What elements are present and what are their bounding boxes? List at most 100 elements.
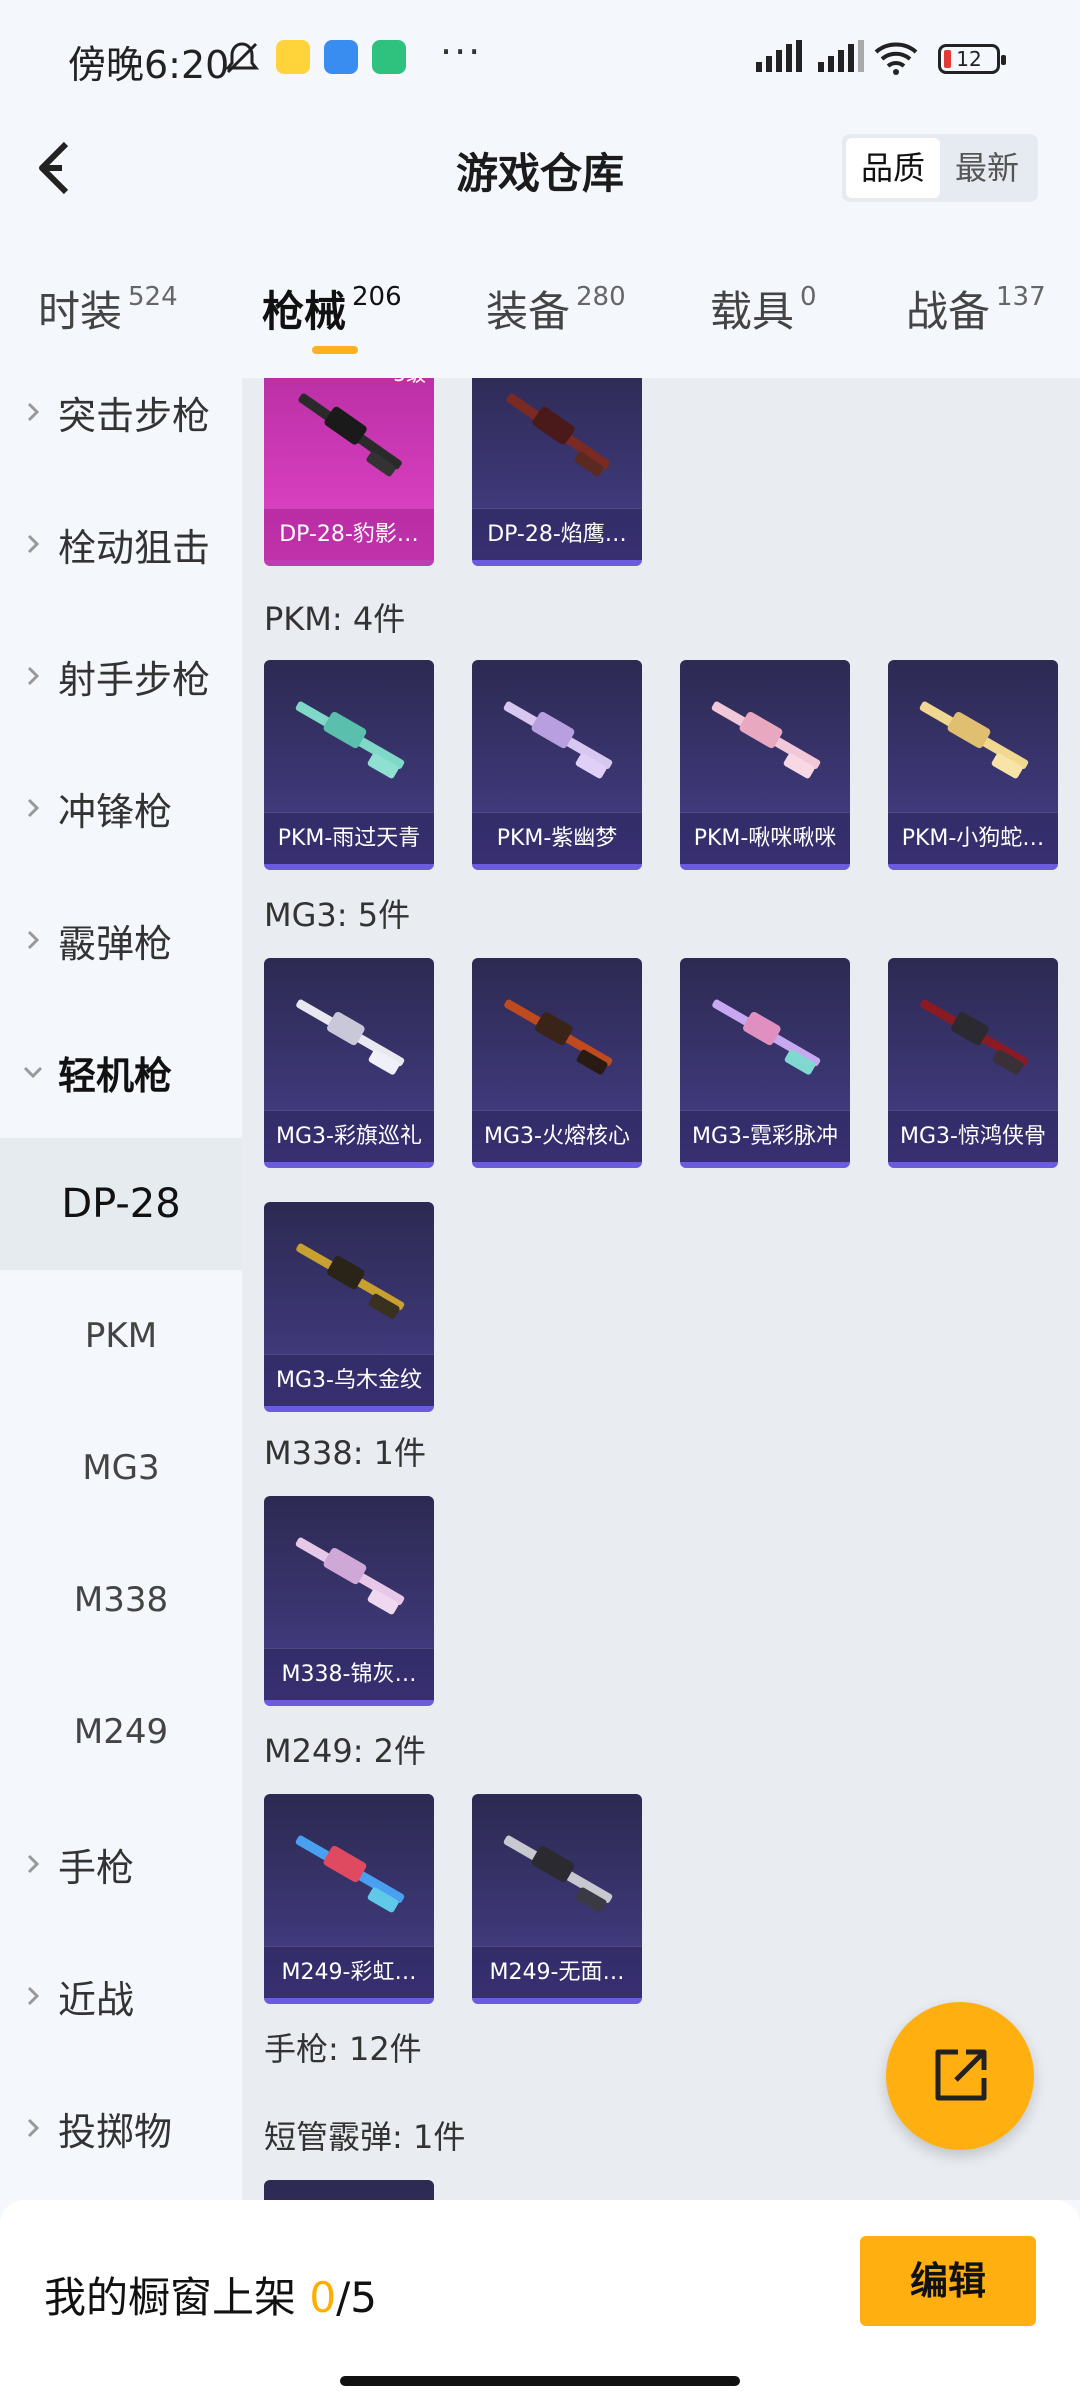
sidebar-subitem-dp28[interactable]: DP-28 (0, 1138, 242, 1270)
home-indicator[interactable] (340, 2376, 740, 2386)
battery-indicator: 12 (938, 44, 1006, 74)
machine-gun-icon (504, 999, 613, 1075)
skin-card[interactable]: PKM-紫幽梦 (472, 660, 642, 870)
sidebar-item-smg[interactable]: 冲锋枪 (0, 742, 242, 874)
weapon-category-sidebar: 突击步枪 栓动狙击 射手步枪 冲锋枪 霰弹枪 轻机枪 DP-28 PKM MG3… (0, 378, 242, 2200)
sort-quality-option[interactable]: 品质 (846, 138, 940, 198)
showcase-total-count: /5 (336, 2273, 377, 2322)
machine-gun-icon (920, 999, 1029, 1075)
section-title-m249: M249: 2件 (264, 1732, 427, 1770)
tab-equipment[interactable]: 装备 280 (486, 278, 626, 339)
warehouse-screen: { "status_bar": {"time": "傍晚6:20", "batt… (0, 0, 1080, 2400)
sidebar-item-throwable[interactable]: 投掷物 (0, 2062, 242, 2194)
skin-card[interactable]: DP-28-焰鹰… (472, 378, 642, 566)
signal-icon (756, 40, 802, 72)
skin-card[interactable]: M249-无面… (472, 1794, 642, 2004)
skin-name: MG3-惊鸿侠骨 (888, 1110, 1058, 1162)
skin-card[interactable]: PKM-雨过天青 (264, 660, 434, 870)
sidebar-subitem-mg3[interactable]: MG3 (0, 1402, 242, 1534)
section-title-mg3: MG3: 5件 (264, 896, 411, 934)
skin-name: M338-锦灰… (264, 1648, 434, 1700)
skin-card[interactable]: MG3-彩旗巡礼 (264, 958, 434, 1168)
sort-latest-option[interactable]: 最新 (940, 138, 1034, 198)
sidebar-subitem-m249[interactable]: M249 (0, 1666, 242, 1798)
sidebar-item-bolt-sniper[interactable]: 栓动狙击 (0, 478, 242, 610)
section-title-m338: M338: 1件 (264, 1434, 427, 1472)
share-external-icon (935, 2049, 987, 2101)
sidebar-item-label: 手枪 (58, 1845, 135, 1890)
skin-card[interactable]: M249-彩虹… (264, 1794, 434, 2004)
sidebar-item-label: 栓动狙击 (58, 525, 211, 570)
mute-bell-icon (224, 42, 260, 74)
skin-card[interactable]: M338-锦灰… (264, 1496, 434, 1706)
machine-gun-icon (296, 1243, 405, 1319)
skin-name: PKM-小狗蛇… (888, 812, 1058, 864)
section-title-short-shotgun: 短管霰弹: 1件 (264, 2118, 466, 2156)
showcase-bar: 我的橱窗上架 0/5 编辑 (0, 2200, 1080, 2400)
chevron-right-icon (27, 534, 40, 554)
skin-name: MG3-霓彩脉冲 (680, 1110, 850, 1162)
wifi-icon (874, 42, 918, 75)
machine-gun-icon (919, 701, 1029, 779)
status-time: 傍晚6:20 (68, 43, 230, 87)
sidebar-item-label: 霰弹枪 (58, 921, 173, 966)
skin-name: MG3-彩旗巡礼 (264, 1110, 434, 1162)
sidebar-item-assault-rifle[interactable]: 突击步枪 (0, 378, 242, 478)
skin-name: MG3-火熔核心 (472, 1110, 642, 1162)
signal-icon-2 (818, 40, 864, 72)
skin-card[interactable]: MG3-乌木金纹 (264, 1202, 434, 1412)
chevron-right-icon (27, 402, 40, 422)
section-title-pistol: 手枪: 12件 (264, 2030, 422, 2068)
chevron-right-icon (27, 1854, 40, 1874)
chevron-right-icon (27, 2118, 40, 2138)
sidebar-item-lmg[interactable]: 轻机枪 (0, 1006, 242, 1138)
edit-button[interactable]: 编辑 (860, 2236, 1036, 2326)
security-notification-icon (372, 40, 406, 74)
status-bar: 傍晚6:20 ··· 12 (0, 0, 1080, 118)
machine-gun-icon (503, 701, 613, 779)
chevron-right-icon (27, 1986, 40, 2006)
tab-fashion[interactable]: 时装 524 (38, 278, 178, 339)
sidebar-item-label: 射手步枪 (58, 657, 211, 702)
skin-name: MG3-乌木金纹 (264, 1354, 434, 1406)
machine-gun-icon (712, 999, 821, 1075)
skin-card[interactable]: PKM-啾咪啾咪 (680, 660, 850, 870)
skin-name: PKM-啾咪啾咪 (680, 812, 850, 864)
sidebar-item-label: 冲锋枪 (58, 789, 173, 834)
battery-level: 12 (956, 47, 982, 71)
category-tabs: 时装 524 枪械 206 装备 280 载具 0 战备 137 (0, 260, 1080, 370)
header: 游戏仓库 品质 最新 (0, 118, 1080, 218)
tab-vehicles[interactable]: 载具 0 (710, 278, 817, 339)
skin-card[interactable]: MG3-火熔核心 (472, 958, 642, 1168)
sidebar-item-label: 投掷物 (58, 2109, 173, 2154)
skin-name: PKM-雨过天青 (264, 812, 434, 864)
skin-name: M249-无面… (472, 1946, 642, 1998)
chevron-right-icon (27, 798, 40, 818)
sidebar-subitem-pkm[interactable]: PKM (0, 1270, 242, 1402)
showcase-current-count: 0 (309, 2273, 337, 2322)
sidebar-item-marksman-rifle[interactable]: 射手步枪 (0, 610, 242, 742)
share-button[interactable] (886, 2002, 1034, 2150)
machine-gun-icon (506, 393, 610, 477)
machine-gun-icon (503, 1835, 613, 1913)
skin-name: PKM-紫幽梦 (472, 812, 642, 864)
skin-card[interactable] (264, 2180, 434, 2200)
sidebar-item-pistol[interactable]: 手枪 (0, 1798, 242, 1930)
app-notification-icon (276, 40, 310, 74)
active-tab-indicator (312, 346, 358, 354)
skin-name: M249-彩虹… (264, 1946, 434, 1998)
chevron-right-icon (27, 930, 40, 950)
sidebar-item-label: 突击步枪 (58, 393, 211, 438)
weapon-grid: 5级 DP-28-豹影… DP-28-焰鹰… PKM: 4件 PKM-雨过天青 … (242, 378, 1080, 2200)
skin-card[interactable]: PKM-小狗蛇… (888, 660, 1058, 870)
tab-supplies[interactable]: 战备 137 (906, 278, 1046, 339)
tab-weapons[interactable]: 枪械 206 (262, 278, 402, 339)
sidebar-item-shotgun[interactable]: 霰弹枪 (0, 874, 242, 1006)
skin-card[interactable]: MG3-霓彩脉冲 (680, 958, 850, 1168)
machine-gun-icon (298, 393, 402, 477)
skin-card[interactable]: MG3-惊鸿侠骨 (888, 958, 1058, 1168)
sidebar-item-melee[interactable]: 近战 (0, 1930, 242, 2062)
chevron-right-icon (27, 666, 40, 686)
skin-card[interactable]: 5级 DP-28-豹影… (264, 378, 434, 566)
sidebar-subitem-m338[interactable]: M338 (0, 1534, 242, 1666)
